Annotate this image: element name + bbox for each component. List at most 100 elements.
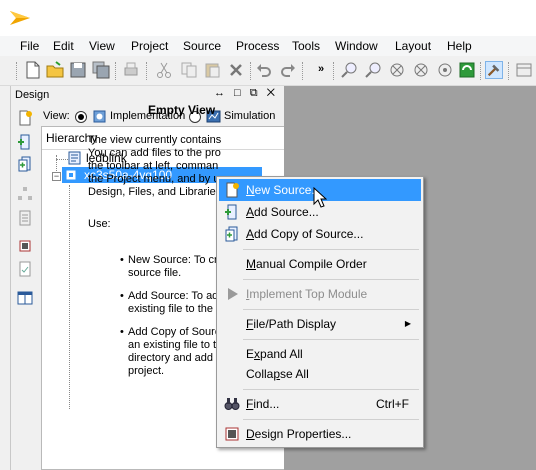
- menu-item-add-copy-of-source[interactable]: Add Copy of Source...: [219, 223, 421, 245]
- zoom-in-icon[interactable]: [340, 61, 358, 79]
- app-logo-icon: [10, 11, 30, 25]
- toolbar-separator: [115, 62, 116, 80]
- menu-source[interactable]: Source: [183, 39, 221, 53]
- toolbar-separator: [146, 62, 147, 80]
- menu-window[interactable]: Window: [335, 39, 378, 53]
- menu-item-shortcut: Ctrl+F: [376, 397, 409, 411]
- source-list-icon[interactable]: [17, 210, 33, 226]
- document-check-icon[interactable]: [17, 261, 33, 277]
- menu-item-manual-compile-order[interactable]: Manual Compile Order: [219, 253, 421, 275]
- save-icon[interactable]: [69, 61, 87, 79]
- toolbar: »: [0, 56, 536, 86]
- print-icon[interactable]: [122, 61, 140, 79]
- menu-item-expand-all[interactable]: Expand All: [219, 343, 421, 365]
- submenu-arrow-icon: ▶: [404, 319, 411, 328]
- bullet-line: an existing file to t: [128, 339, 217, 351]
- new-source-icon[interactable]: [17, 110, 33, 126]
- design-sidebar: [11, 106, 37, 470]
- menu-item-label: Manual Compile Order: [246, 257, 367, 271]
- device-chip-icon: [66, 170, 76, 180]
- layout-icon[interactable]: [515, 61, 533, 79]
- view-label: View:: [43, 110, 70, 122]
- menu-project[interactable]: Project: [131, 39, 168, 53]
- menu-tools[interactable]: Tools: [292, 39, 320, 53]
- add-source-icon[interactable]: [17, 134, 33, 150]
- menu-bar: File Edit View Project Source Process To…: [0, 36, 536, 56]
- menu-item-label: File/Path Display: [246, 317, 337, 331]
- menu-separator: [243, 419, 419, 420]
- implementation-radio[interactable]: [75, 111, 87, 123]
- menu-item-label: Collapse All: [246, 367, 309, 381]
- menu-view[interactable]: View: [89, 39, 115, 53]
- menu-separator: [243, 249, 419, 250]
- refresh-icon[interactable]: [458, 61, 476, 79]
- zoom-select-icon[interactable]: [436, 61, 454, 79]
- menu-help[interactable]: Help: [447, 39, 472, 53]
- hammer-icon[interactable]: [485, 61, 503, 79]
- menu-separator: [243, 339, 419, 340]
- tree-line: [69, 185, 70, 409]
- open-folder-icon[interactable]: [46, 61, 64, 79]
- simulation-label[interactable]: Simulation: [224, 110, 275, 122]
- redo-icon[interactable]: [279, 61, 297, 79]
- undo-icon[interactable]: [255, 61, 273, 79]
- menu-item-design-properties[interactable]: Design Properties...: [219, 423, 421, 445]
- panel-layout-icon[interactable]: [17, 290, 33, 306]
- menu-item-label: Find...: [246, 397, 280, 411]
- title-bar: [0, 0, 536, 36]
- menu-file[interactable]: File: [20, 39, 39, 53]
- bullet-dot: •: [120, 326, 124, 338]
- hierarchy-icon[interactable]: [17, 186, 33, 202]
- menu-process[interactable]: Process: [236, 39, 279, 53]
- menu-item-find[interactable]: Find... Ctrl+F: [219, 393, 421, 415]
- context-menu: New Source... Add Source... Add Copy of …: [216, 176, 424, 448]
- bullet-line: directory and add: [128, 352, 213, 364]
- binoculars-icon: [224, 398, 240, 410]
- zoom-out-icon[interactable]: [364, 61, 382, 79]
- toolbar-separator: [480, 62, 481, 80]
- bullet-line: Add Source: To ad: [128, 290, 219, 302]
- use-label: Use:: [88, 218, 111, 230]
- bullet-line: Add Copy of Sourc: [128, 326, 221, 338]
- menu-separator: [243, 309, 419, 310]
- save-all-icon[interactable]: [92, 61, 110, 79]
- cut-icon[interactable]: [155, 61, 173, 79]
- collapse-toggle[interactable]: −: [52, 172, 61, 181]
- toolbar-separator: [250, 62, 251, 80]
- menu-item-file-path-display[interactable]: File/Path Display ▶: [219, 313, 421, 335]
- menu-item-label: Add Copy of Source...: [246, 227, 364, 241]
- bullet-line: existing file to the: [128, 303, 213, 315]
- mouse-cursor-icon: [313, 187, 327, 208]
- menu-item-label: Expand All: [246, 347, 303, 361]
- paste-icon[interactable]: [203, 61, 221, 79]
- implementation-icon: [93, 110, 106, 123]
- new-source-icon: [226, 182, 239, 198]
- delete-icon[interactable]: [227, 61, 245, 79]
- menu-item-implement-top-module: Implement Top Module: [219, 283, 421, 305]
- toolbar-separator: [508, 62, 509, 80]
- menu-layout[interactable]: Layout: [395, 39, 431, 53]
- design-properties-icon: [225, 427, 239, 441]
- toolbar-overflow-button[interactable]: »: [318, 63, 324, 75]
- zoom-fit-icon[interactable]: [412, 61, 430, 79]
- description-line: the toolbar at left, comman: [88, 160, 219, 172]
- toolbar-separator: [333, 62, 334, 80]
- menu-item-label: Add Source...: [246, 205, 319, 219]
- empty-view-title: Empty View: [148, 103, 216, 117]
- tree-line: [56, 159, 68, 160]
- zoom-full-icon[interactable]: [388, 61, 406, 79]
- add-copy-source-icon[interactable]: [17, 156, 33, 172]
- menu-item-collapse-all[interactable]: Collapse All: [219, 363, 421, 385]
- copy-icon[interactable]: [180, 61, 198, 79]
- menu-item-label: Design Properties...: [246, 427, 352, 441]
- menu-separator: [243, 389, 419, 390]
- menu-separator: [243, 279, 419, 280]
- panel-title: Design: [15, 89, 50, 101]
- menu-edit[interactable]: Edit: [53, 39, 74, 53]
- add-source-icon: [225, 204, 237, 220]
- panel-controls[interactable]: ↔ □ ⧉ ✕: [214, 87, 278, 100]
- chip-icon[interactable]: [17, 238, 33, 254]
- bullet-dot: •: [120, 254, 124, 266]
- new-file-icon[interactable]: [24, 61, 42, 79]
- toolbar-grip: [16, 62, 17, 80]
